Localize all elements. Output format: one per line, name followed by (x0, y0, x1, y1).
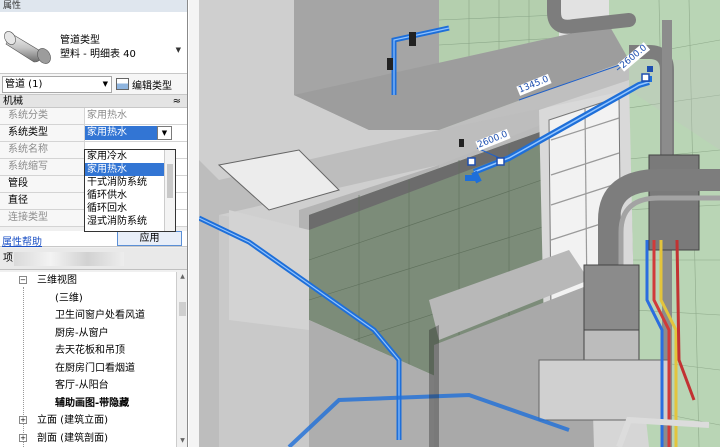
tree-item-view-active[interactable]: 辅助画图-带隐藏 (0, 395, 176, 413)
project-browser-header: 项 (0, 248, 187, 270)
edit-type-label: 编辑类型 (132, 80, 172, 92)
type-dropdown-arrow-icon[interactable]: ▼ (176, 46, 181, 54)
tree-item-view[interactable]: (三维) (0, 290, 176, 308)
prop-value: 家用热水 (87, 110, 127, 121)
pipe-type-icon (4, 31, 51, 64)
dropdown-option[interactable]: 循环供水 (85, 189, 175, 202)
expand-icon[interactable]: + (19, 416, 27, 424)
prop-key: 系统缩写 (0, 159, 85, 175)
prop-key: 直径 (0, 193, 85, 209)
edit-type-button[interactable]: 编辑类型 (116, 77, 172, 92)
project-browser-title: 项 (3, 253, 13, 264)
dropdown-option[interactable]: 干式消防系统 (85, 176, 175, 189)
dropdown-option[interactable]: 循环回水 (85, 202, 175, 215)
3d-model-canvas[interactable] (189, 0, 720, 447)
expand-icon[interactable]: + (19, 433, 27, 442)
prop-key: 管段 (0, 176, 85, 192)
chevron-down-icon: ▼ (102, 79, 108, 88)
properties-panel: 属性 管道类型 塑料 - 明细表 40 ▼ 管道 (1) ▼ 编辑类型 机械 ≈… (0, 0, 188, 447)
tree-item-3d-views[interactable]: − 三维视图 (0, 272, 176, 290)
edit-type-icon (116, 78, 129, 90)
prop-key: 系统分类 (0, 108, 85, 124)
type-family-label: 管道类型 (60, 35, 100, 46)
properties-help-link[interactable]: 属性帮助 (2, 233, 42, 248)
instance-selector-row: 管道 (1) ▼ 编辑类型 (0, 74, 187, 95)
tree-item-elevations[interactable]: + 立面 (建筑立面) (0, 412, 176, 430)
properties-footer: 属性帮助 应用 (0, 231, 187, 248)
prop-key: 连接类型 (0, 210, 85, 226)
type-selector[interactable]: 管道类型 塑料 - 明细表 40 ▼ (0, 12, 187, 74)
system-type-select[interactable]: 家用热水 (85, 126, 157, 140)
collapse-icon[interactable]: − (19, 276, 27, 284)
project-browser-scrollbar[interactable]: ▲ ▼ (176, 272, 187, 447)
tree-item-view[interactable]: 去天花板和吊顶 (0, 342, 176, 360)
properties-title: 属性 (0, 0, 187, 12)
instance-filter-dropdown[interactable]: 管道 (1) ▼ (2, 75, 112, 93)
prop-key: 系统类型 (0, 125, 85, 141)
3d-viewport[interactable]: 2600.0 1345.0 2600.0 (189, 0, 720, 447)
prop-key: 系统名称 (0, 142, 85, 158)
dropdown-option[interactable]: 湿式消防系统 (85, 215, 175, 228)
dropdown-option[interactable]: 家用冷水 (85, 150, 175, 163)
blurred-region (14, 252, 124, 266)
tree-item-view[interactable]: 卫生间窗户处看风道 (0, 307, 176, 325)
system-type-dropdown-arrow-icon[interactable]: ▼ (157, 126, 172, 140)
dropdown-scrollbar[interactable] (164, 150, 175, 231)
prop-row-system-type: 系统类型 家用热水 ▼ (0, 125, 187, 142)
instance-filter-label: 管道 (1) (5, 78, 43, 90)
project-browser-tree: − 三维视图 (三维) 卫生间窗户处看风道 厨房-从窗户 去天花板和吊顶 在厨房… (0, 272, 176, 447)
category-header-mechanical[interactable]: 机械 ≈ (0, 95, 187, 108)
system-type-dropdown-list: 家用冷水 家用热水 干式消防系统 循环供水 循环回水 湿式消防系统 (84, 149, 176, 232)
tree-item-view[interactable]: 厨房-从窗户 (0, 325, 176, 343)
tree-item-sections[interactable]: + 剖面 (建筑剖面) (0, 430, 176, 447)
prop-row-system-classification: 系统分类 家用热水 (0, 108, 187, 125)
apply-button[interactable]: 应用 (117, 231, 182, 246)
tree-item-view[interactable]: 在厨房门口看烟道 (0, 360, 176, 378)
collapse-icon[interactable]: ≈ (173, 95, 181, 107)
type-name-label: 塑料 - 明细表 40 (60, 49, 136, 60)
tree-item-view[interactable]: 客厅-从阳台 (0, 377, 176, 395)
dropdown-option-selected[interactable]: 家用热水 (85, 163, 175, 176)
category-label: 机械 (3, 96, 23, 107)
